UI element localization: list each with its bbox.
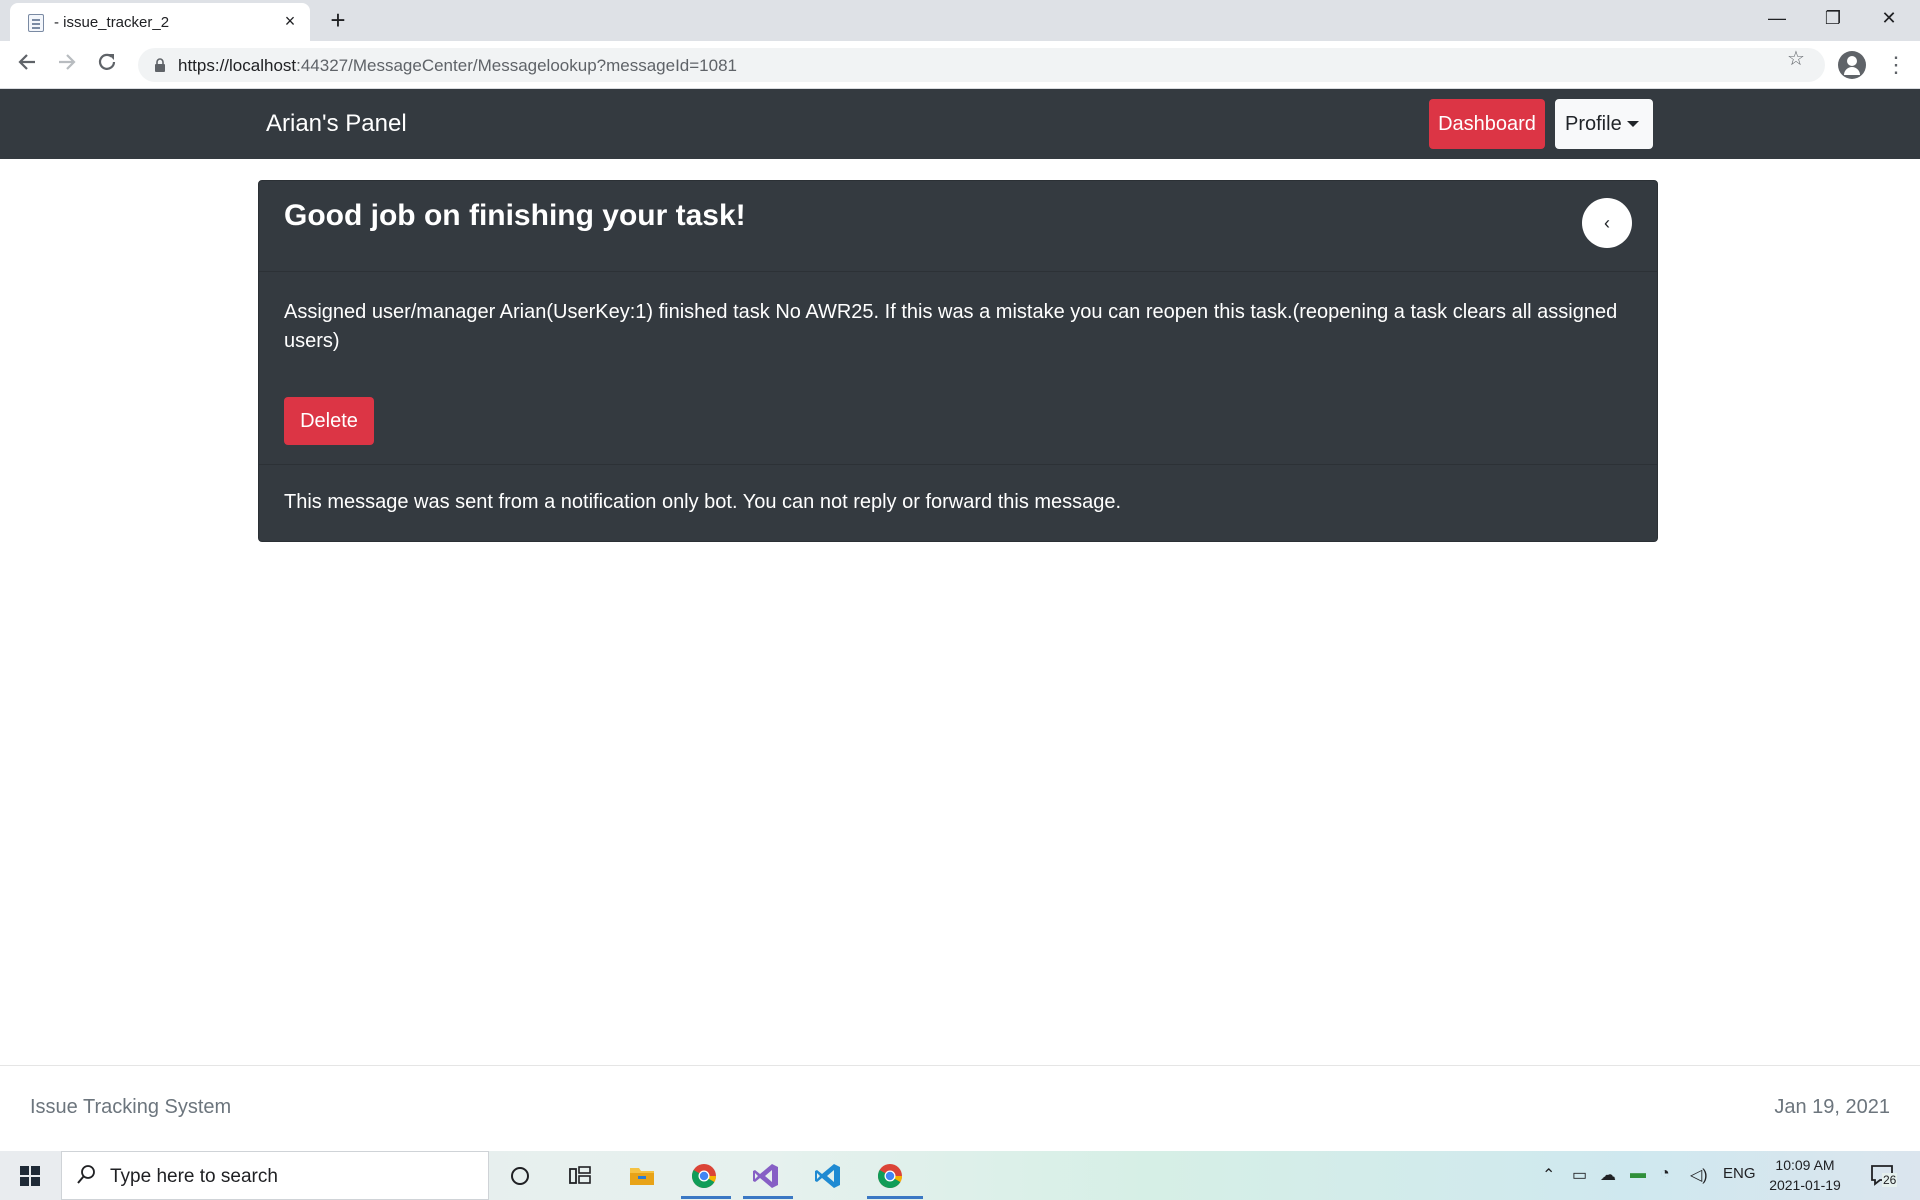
chrome-icon-2[interactable] bbox=[873, 1159, 907, 1193]
url-text: https://localhost:44327/MessageCenter/Me… bbox=[178, 56, 737, 76]
cortana-icon[interactable] bbox=[503, 1159, 537, 1193]
tray-battery-icon[interactable]: ▬ bbox=[1630, 1165, 1646, 1183]
message-title: Good job on finishing your task! bbox=[284, 199, 746, 232]
tab-close-icon[interactable]: × bbox=[280, 11, 300, 31]
tray-volume-icon[interactable]: ◁) bbox=[1690, 1165, 1708, 1185]
card-divider bbox=[259, 464, 1657, 465]
tray-meet-icon[interactable]: ▭ bbox=[1572, 1165, 1587, 1185]
chrome-active-indicator bbox=[681, 1196, 731, 1199]
reload-icon[interactable] bbox=[93, 51, 121, 79]
browser-tab[interactable]: - issue_tracker_2 × bbox=[10, 3, 310, 41]
footer-date: Jan 19, 2021 bbox=[1774, 1096, 1890, 1118]
tray-network-icon[interactable]: ◔ bbox=[1660, 1165, 1670, 1183]
app-navbar: Arian's Panel Dashboard Profile bbox=[0, 89, 1920, 159]
search-icon bbox=[77, 1165, 95, 1184]
browser-toolbar: https://localhost:44327/MessageCenter/Me… bbox=[0, 41, 1920, 89]
taskbar-clock[interactable]: 10:09 AM 2021-01-19 bbox=[1765, 1155, 1845, 1195]
window-minimize-icon[interactable]: — bbox=[1750, 0, 1804, 36]
dashboard-button[interactable]: Dashboard bbox=[1429, 99, 1545, 149]
clock-time: 10:09 AM bbox=[1775, 1157, 1835, 1173]
profile-label: Profile bbox=[1565, 112, 1622, 135]
profile-dropdown-button[interactable]: Profile bbox=[1555, 99, 1653, 149]
new-tab-icon[interactable]: + bbox=[324, 6, 352, 34]
vscode-icon[interactable] bbox=[811, 1159, 845, 1193]
navbar-brand[interactable]: Arian's Panel bbox=[266, 110, 407, 138]
windows-taskbar: Type here to search ⌃ ▭ ☁ ▬ ◔ ◁) ENG 10:… bbox=[0, 1151, 1920, 1200]
windows-start-icon[interactable] bbox=[20, 1166, 40, 1186]
bookmark-star-icon[interactable]: ☆ bbox=[1787, 46, 1805, 71]
window-close-icon[interactable]: ✕ bbox=[1862, 0, 1916, 36]
clock-date: 2021-01-19 bbox=[1769, 1177, 1841, 1193]
taskbar-search-box[interactable]: Type here to search bbox=[61, 1151, 489, 1200]
forward-arrow-icon[interactable] bbox=[53, 51, 81, 79]
search-placeholder: Type here to search bbox=[110, 1166, 278, 1187]
message-body: Assigned user/manager Arian(UserKey:1) f… bbox=[284, 301, 1618, 352]
visual-studio-active-indicator bbox=[743, 1196, 793, 1199]
kebab-menu-icon[interactable]: ⋮ bbox=[1885, 51, 1907, 79]
chrome-2-active-indicator bbox=[867, 1196, 923, 1199]
page-footer: Issue Tracking System Jan 19, 2021 bbox=[0, 1065, 1920, 1151]
notification-center-icon[interactable]: 26 bbox=[1870, 1163, 1900, 1189]
url-host: https://localhost bbox=[178, 56, 297, 75]
delete-button[interactable]: Delete bbox=[284, 397, 374, 445]
window-restore-icon[interactable]: ❐ bbox=[1806, 0, 1860, 36]
file-explorer-icon[interactable] bbox=[625, 1159, 659, 1193]
page-favicon-icon bbox=[28, 14, 44, 32]
message-footer-note: This message was sent from a notificatio… bbox=[284, 491, 1122, 513]
url-path: :44327/MessageCenter/Messagelookup?messa… bbox=[296, 56, 738, 75]
tray-onedrive-icon[interactable]: ☁ bbox=[1600, 1165, 1616, 1185]
visual-studio-icon[interactable] bbox=[749, 1159, 783, 1193]
footer-app-name: Issue Tracking System bbox=[30, 1096, 232, 1118]
back-button[interactable]: ‹ bbox=[1582, 198, 1632, 248]
message-card-header: Good job on finishing your task! ‹ bbox=[259, 181, 1657, 272]
chrome-icon[interactable] bbox=[687, 1159, 721, 1193]
account-icon[interactable] bbox=[1838, 51, 1866, 79]
caret-down-icon bbox=[1627, 121, 1639, 127]
lock-icon[interactable] bbox=[154, 58, 166, 72]
notification-count: 26 bbox=[1882, 1173, 1898, 1187]
tab-title: - issue_tracker_2 bbox=[54, 14, 170, 31]
browser-tab-bar: - issue_tracker_2 × + — ❐ ✕ bbox=[0, 0, 1920, 41]
tray-language[interactable]: ENG bbox=[1723, 1165, 1756, 1182]
url-bar[interactable]: https://localhost:44327/MessageCenter/Me… bbox=[138, 48, 1825, 82]
task-view-icon[interactable] bbox=[563, 1159, 597, 1193]
back-arrow-icon[interactable] bbox=[13, 51, 41, 79]
message-card: Good job on finishing your task! ‹ Assig… bbox=[258, 180, 1658, 542]
tray-chevron-up-icon[interactable]: ⌃ bbox=[1542, 1165, 1555, 1185]
